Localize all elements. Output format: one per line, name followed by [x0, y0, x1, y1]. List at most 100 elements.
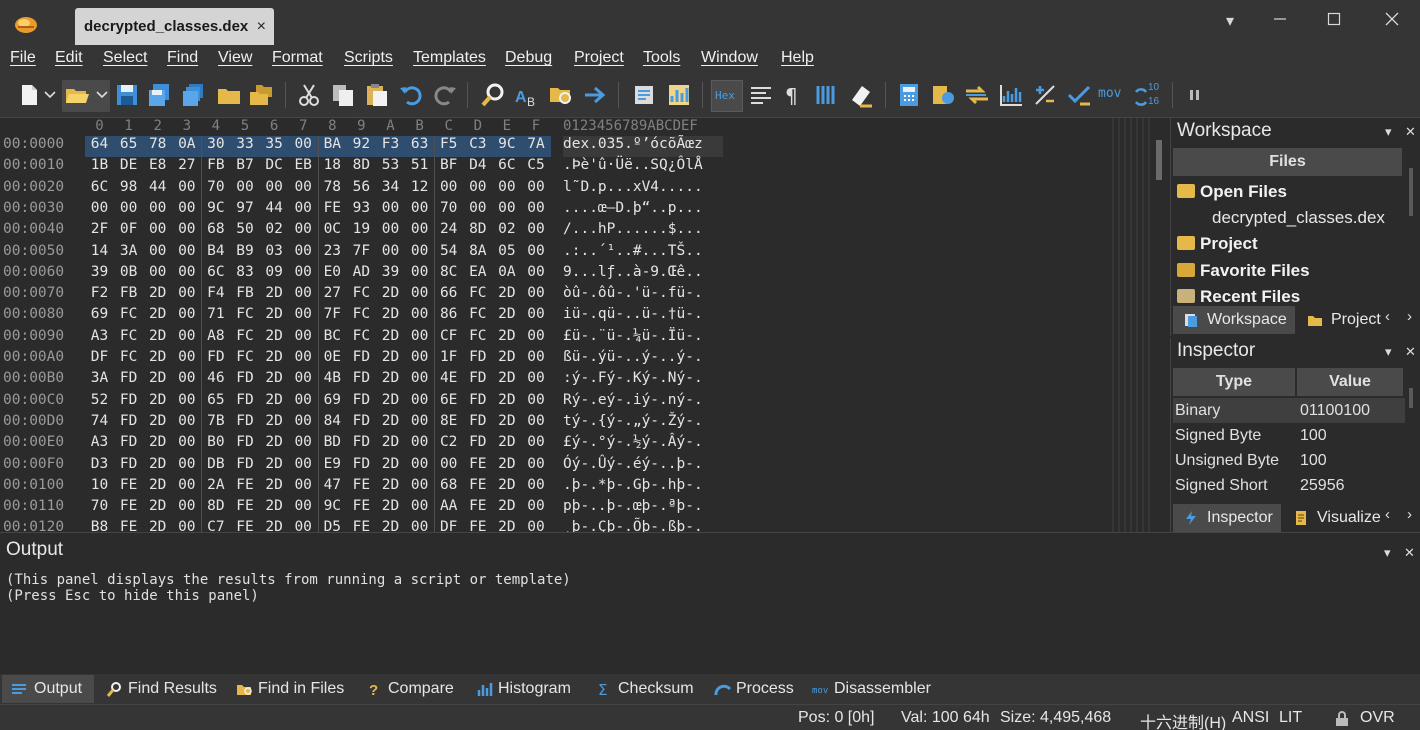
hex-byte[interactable]: 00 [172, 200, 201, 216]
ascii-text[interactable]: ....œ—D.þ“..p... [563, 200, 703, 216]
hex-byte[interactable]: 00 [289, 349, 318, 365]
inspector-pin-icon[interactable]: ▾ [1385, 344, 1392, 360]
hex-byte[interactable]: 2D [143, 328, 172, 344]
ascii-text[interactable]: Óý-.Ûý-.éý-..þ-. [563, 456, 703, 472]
hex-byte[interactable]: 00 [172, 221, 201, 237]
tab-scroll-right-icon[interactable]: › [1407, 308, 1412, 325]
hex-byte[interactable]: 9C [318, 498, 347, 514]
hex-byte[interactable]: BC [318, 328, 347, 344]
hex-byte[interactable]: BF [434, 157, 463, 173]
hex-byte[interactable]: FC [114, 306, 143, 322]
hex-byte[interactable]: C2 [434, 434, 463, 450]
inspector-scrollbar[interactable] [1409, 388, 1413, 408]
hex-byte[interactable]: 00 [405, 498, 434, 514]
hex-byte[interactable]: 00 [172, 264, 201, 280]
hex-byte[interactable]: 2D [492, 306, 521, 322]
hex-byte[interactable]: FE [318, 200, 347, 216]
hex-byte[interactable]: 2D [143, 413, 172, 429]
hex-byte[interactable]: 00 [289, 243, 318, 259]
tab-compare[interactable]: ? Compare [364, 675, 454, 703]
hex-byte[interactable]: 00 [172, 392, 201, 408]
hex-byte[interactable]: 0A [172, 136, 201, 152]
open-multiple-icon[interactable] [248, 82, 274, 108]
hex-byte[interactable]: AD [347, 264, 376, 280]
hex-byte[interactable]: 0E [318, 349, 347, 365]
hex-byte[interactable]: 1F [434, 349, 463, 365]
hex-byte[interactable]: FD [347, 413, 376, 429]
hex-byte[interactable]: FD [231, 434, 260, 450]
compare-icon[interactable] [632, 82, 658, 108]
hex-byte[interactable]: 2D [376, 477, 405, 493]
hex-byte[interactable]: 2D [492, 285, 521, 301]
menu-view[interactable]: View [218, 49, 252, 67]
hex-byte[interactable]: 2D [260, 456, 289, 472]
hex-byte[interactable]: 8D [463, 221, 492, 237]
highlight-icon[interactable] [848, 82, 874, 108]
hex-row[interactable]: 00:0000 64 65 78 0A 30 33 35 00 BA 92 F3 63 F5 C3 9C 7A d… [0, 136, 1108, 157]
hex-byte[interactable]: 00 [289, 519, 318, 532]
hex-row[interactable]: 00:00E0 A3 FD 2D 00 B0 FD 2D 00 BD FD 2D 00 C2 FD 2D 00 £… [0, 434, 1108, 455]
hex-byte[interactable]: FE [231, 498, 260, 514]
hex-byte[interactable]: 00 [172, 179, 201, 195]
hex-byte[interactable]: 00 [434, 456, 463, 472]
hex-byte[interactable]: C7 [201, 519, 230, 532]
minimize-button[interactable] [1268, 10, 1292, 34]
new-file-icon[interactable] [16, 82, 42, 108]
hex-byte[interactable]: 2D [260, 349, 289, 365]
hex-byte[interactable]: 00 [522, 477, 551, 493]
maximize-button[interactable] [1322, 10, 1346, 34]
hex-byte[interactable]: FE [463, 498, 492, 514]
hex-byte[interactable]: 2D [376, 285, 405, 301]
workspace-scrollbar[interactable] [1409, 168, 1413, 216]
hex-byte[interactable]: 6E [434, 392, 463, 408]
hex-byte[interactable]: 2D [260, 285, 289, 301]
open-folder-icon[interactable] [216, 82, 242, 108]
hex-row[interactable]: 00:00D0 74 FD 2D 00 7B FD 2D 00 84 FD 2D 00 8E FD 2D 00 t… [0, 413, 1108, 434]
hex-byte[interactable]: DF [434, 519, 463, 532]
save-icon[interactable] [114, 82, 140, 108]
hex-byte[interactable]: 00 [172, 243, 201, 259]
hex-byte[interactable]: FD [114, 413, 143, 429]
hex-row[interactable]: 00:0010 1B DE E8 27 FB B7 DC EB 18 8D 53 51 BF D4 6C C5.… [0, 157, 1108, 178]
hex-row[interactable]: 00:0040 2F 0F 00 00 68 50 02 00 0C 19 00 00 24 8D 02 00/… [0, 221, 1108, 242]
pause-icon[interactable] [1182, 82, 1208, 108]
ascii-text[interactable]: ¸þ-.Çþ-.Õþ-.ßþ-. [563, 519, 703, 532]
hex-byte[interactable]: 6C [201, 264, 230, 280]
tab-close-icon[interactable]: × [257, 8, 266, 45]
hex-byte[interactable]: 03 [260, 243, 289, 259]
hex-byte[interactable]: FE [114, 498, 143, 514]
hex-byte[interactable]: FD [231, 370, 260, 386]
hex-byte[interactable]: 10 [85, 477, 114, 493]
menu-file[interactable]: File [10, 49, 36, 67]
hex-byte[interactable]: 00 [522, 392, 551, 408]
ascii-text[interactable]: tý-.{ý-.„ý-.Žý-. [563, 413, 703, 429]
hex-byte[interactable]: 00 [405, 221, 434, 237]
base-convert-button[interactable]: 10 16 [1134, 80, 1164, 112]
hex-byte[interactable]: FD [114, 434, 143, 450]
hex-byte[interactable]: 00 [434, 179, 463, 195]
hex-byte[interactable]: BD [318, 434, 347, 450]
hex-byte[interactable]: 65 [201, 392, 230, 408]
hex-byte[interactable]: FD [231, 413, 260, 429]
hex-byte[interactable]: FC [347, 328, 376, 344]
find-in-files-icon[interactable] [548, 82, 574, 108]
hex-byte[interactable]: 52 [85, 392, 114, 408]
hex-byte[interactable]: 00 [376, 221, 405, 237]
hex-byte[interactable]: 7B [201, 413, 230, 429]
ascii-text[interactable]: ßü-.ýü-..ý-..ý-. [563, 349, 703, 365]
hex-row[interactable]: 00:0020 6C 98 44 00 70 00 00 00 78 56 34 12 00 00 00 00 l… [0, 179, 1108, 200]
ascii-text[interactable]: £ý-.°ý-.½ý-.Âý-. [563, 434, 703, 450]
hex-byte[interactable]: 34 [376, 179, 405, 195]
hex-byte[interactable]: 2D [143, 477, 172, 493]
hex-byte[interactable]: 35 [260, 136, 289, 152]
hex-byte[interactable]: B0 [201, 434, 230, 450]
hex-byte[interactable]: 00 [492, 179, 521, 195]
hex-byte[interactable]: 2D [492, 392, 521, 408]
hex-byte[interactable]: FD [347, 392, 376, 408]
hex-byte[interactable]: 63 [405, 136, 434, 152]
hex-byte[interactable]: FC [114, 328, 143, 344]
hex-byte[interactable]: EA [463, 264, 492, 280]
hex-byte[interactable]: FE [463, 456, 492, 472]
undo-icon[interactable] [398, 82, 424, 108]
hex-byte[interactable]: B7 [231, 157, 260, 173]
